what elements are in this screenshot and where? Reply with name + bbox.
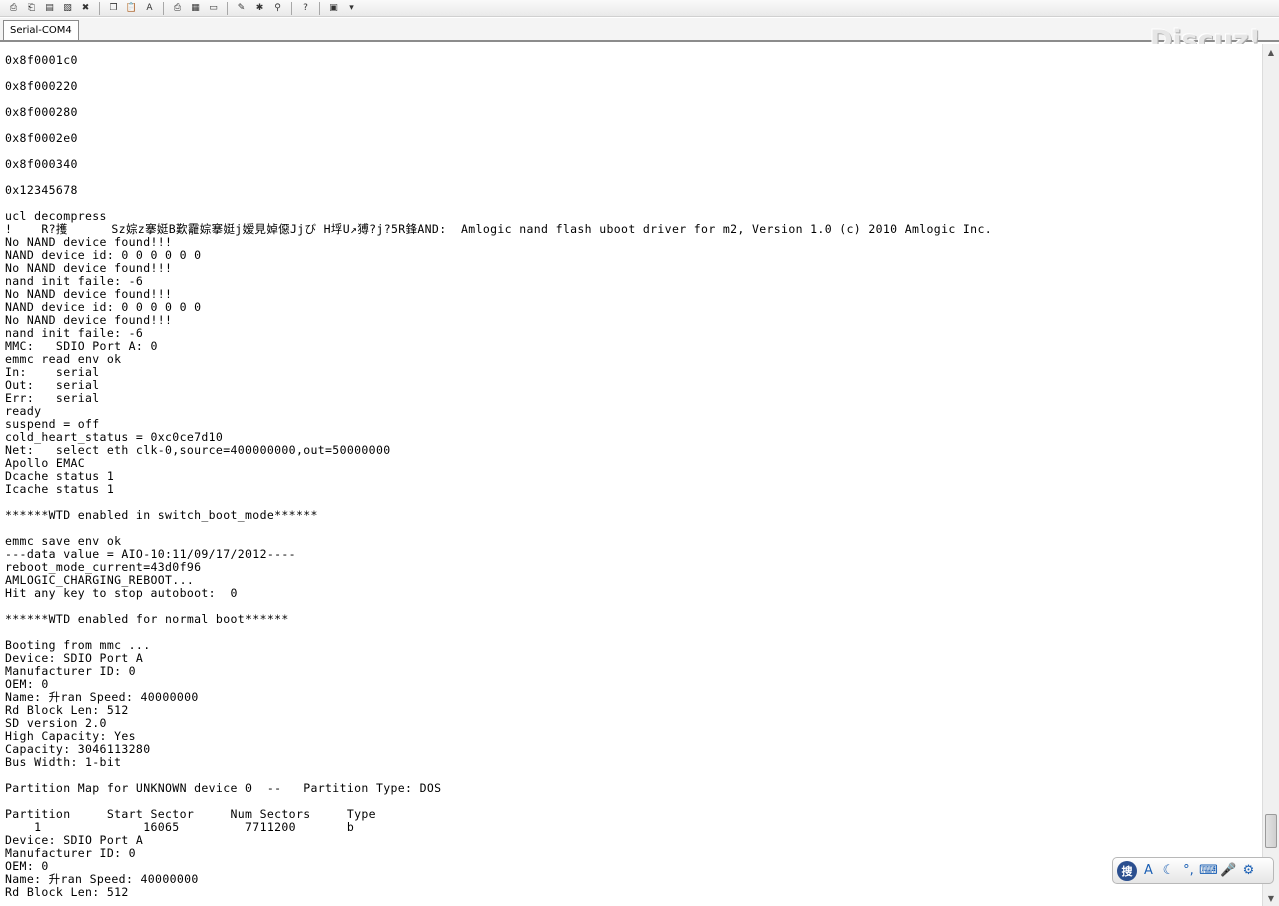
scroll-down-icon[interactable]: ▼ [1263, 890, 1279, 906]
settings-icon[interactable]: ✎ [234, 2, 249, 15]
terminal-line: 0x8f0001c0 [5, 53, 78, 67]
close-icon[interactable]: ✖ [78, 2, 93, 15]
terminal-line: SD version 2.0 [5, 716, 107, 730]
terminal-line: 1 16065 7711200 b [5, 820, 355, 834]
terminal-lines: 0x8f0001c0 0x8f000220 0x8f000280 0x8f0002e0… [5, 54, 992, 899]
terminal-line: In: serial [5, 365, 100, 379]
ime-logo-icon[interactable]: 搜 [1117, 860, 1137, 881]
terminal-line: Apollo EMAC [5, 456, 86, 470]
ime-moon-icon[interactable]: ☾ [1160, 861, 1177, 880]
toolbar: ⎙ ⎗ ▤ ▧ ✖ ❐ 📋 A ⎙ ▦ ▭ ✎ ✱ ⚲? ▣ ▾ [0, 0, 1279, 17]
ime-keyboard-icon[interactable]: ⌨ [1199, 861, 1218, 880]
terminal-line: Hit any key to stop autoboot: 0 [5, 586, 238, 600]
terminal-line: Device: SDIO Port A [5, 651, 144, 665]
clear-icon[interactable]: ▧ [60, 2, 75, 15]
ime-mode-icon[interactable]: A [1140, 861, 1157, 880]
toolbar-separator [319, 1, 320, 15]
terminal-line: ******WTD enabled in switch_boot_mode***… [5, 508, 318, 522]
print-icon[interactable]: ⎙ [170, 2, 185, 15]
tab-serial-com4[interactable]: Serial-COM4 [3, 20, 79, 40]
terminal-line: Manufacturer ID: 0 [5, 846, 136, 860]
options-icon[interactable]: ▣ [326, 2, 341, 15]
ime-microphone-icon[interactable]: 🎤 [1220, 861, 1237, 880]
tools-icon[interactable]: ✱ [252, 2, 267, 15]
terminal-line: Out: serial [5, 378, 100, 392]
terminal-line: Err: serial [5, 391, 100, 405]
terminal-line: Name: 升ran Speed: 40000000 [5, 872, 199, 886]
terminal-line: MMC: SDIO Port A: 0 [5, 339, 158, 353]
pin-icon[interactable]: ⚲ [270, 2, 285, 15]
ime-settings-icon[interactable]: ⚙ [1240, 861, 1257, 880]
terminal-line: No NAND device found!!! [5, 261, 173, 275]
terminal-line: 0x8f000220 [5, 79, 78, 93]
terminal-output[interactable]: 0x8f0001c0 0x8f000220 0x8f000280 0x8f0002e0… [0, 44, 1262, 906]
terminal-line: No NAND device found!!! [5, 313, 173, 327]
terminal-line: ******WTD enabled for normal boot****** [5, 612, 289, 626]
terminal-line: ready [5, 404, 42, 418]
vertical-scrollbar[interactable]: ▲ ▼ [1262, 44, 1279, 906]
terminal-line: Manufacturer ID: 0 [5, 664, 136, 678]
terminal-line: Rd Block Len: 512 [5, 885, 129, 899]
scrollbar-thumb[interactable] [1265, 814, 1277, 848]
connect-icon[interactable]: ⎙ [6, 2, 21, 15]
terminal-line: 0x8f000340 [5, 157, 78, 171]
toolbar-separator [291, 1, 292, 15]
terminal-line: Device: SDIO Port A [5, 833, 144, 847]
terminal-line: emmc read env ok [5, 352, 122, 366]
dropdown-arrow-icon[interactable]: ▾ [344, 2, 359, 15]
ime-punctuation-icon[interactable]: °, [1180, 861, 1197, 880]
terminal-line: Rd Block Len: 512 [5, 703, 129, 717]
disconnect-icon[interactable]: ⎗ [24, 2, 39, 15]
terminal-line: Bus Width: 1-bit [5, 755, 122, 769]
terminal-line: 0x8f0002e0 [5, 131, 78, 145]
terminal-line: 0x12345678 [5, 183, 78, 197]
terminal-line: Booting from mmc ... [5, 638, 151, 652]
tab-label: Serial-COM4 [10, 25, 72, 36]
terminal-line: 0x8f000280 [5, 105, 78, 119]
terminal-line: Name: 升ran Speed: 40000000 [5, 690, 199, 704]
terminal-line: High Capacity: Yes [5, 729, 136, 743]
save-icon[interactable]: ▤ [42, 2, 57, 15]
tab-bar: Serial-COM4 Discuz! [0, 18, 1279, 56]
terminal-line: Icache status 1 [5, 482, 115, 496]
copy-icon[interactable]: ❐ [106, 2, 121, 15]
terminal-line: Net: select eth clk-0,source=400000000,o… [5, 443, 391, 457]
ime-toolbar: 搜 A ☾ °, ⌨ 🎤 ⚙ [1112, 857, 1274, 884]
help-icon[interactable]: ? [298, 2, 313, 15]
find-icon[interactable]: A [142, 2, 157, 15]
terminal-line: Capacity: 3046113280 [5, 742, 151, 756]
toolbar-separator [163, 1, 164, 15]
toolbar-separator [99, 1, 100, 15]
terminal-line: Dcache status 1 [5, 469, 115, 483]
toolbar-separator [227, 1, 228, 15]
paste-icon[interactable]: 📋 [124, 2, 139, 15]
terminal-line: Partition Map for UNKNOWN device 0 -- Pa… [5, 781, 442, 795]
print-preview-icon[interactable]: ▦ [188, 2, 203, 15]
printer-icon[interactable]: ▭ [206, 2, 221, 15]
scroll-up-icon[interactable]: ▲ [1263, 44, 1279, 60]
